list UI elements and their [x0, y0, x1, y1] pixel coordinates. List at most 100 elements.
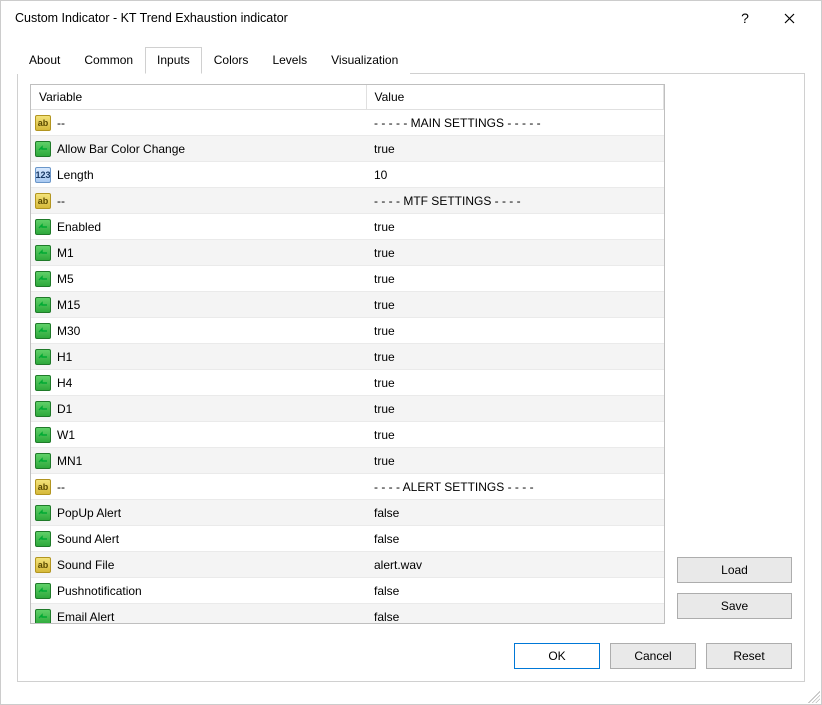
tab-bar: About Common Inputs Colors Levels Visual…	[17, 46, 805, 74]
save-button[interactable]: Save	[677, 593, 792, 619]
table-row[interactable]: ab Sound File alert.wav	[31, 552, 664, 578]
table-row[interactable]: H1 true	[31, 344, 664, 370]
variable-name: Pushnotification	[57, 584, 142, 598]
variable-value[interactable]: false	[366, 604, 664, 625]
variable-name: W1	[57, 428, 75, 442]
variable-name: D1	[57, 402, 72, 416]
variable-value[interactable]: true	[366, 448, 664, 474]
variable-name: Length	[57, 168, 94, 182]
table-row[interactable]: Enabled true	[31, 214, 664, 240]
table-row[interactable]: H4 true	[31, 370, 664, 396]
variable-value[interactable]: - - - - MTF SETTINGS - - - -	[366, 188, 664, 214]
reset-button[interactable]: Reset	[706, 643, 792, 669]
table-row[interactable]: M15 true	[31, 292, 664, 318]
resize-grip-icon[interactable]	[808, 691, 820, 703]
bool-type-icon	[35, 375, 51, 391]
ab-type-icon: ab	[35, 115, 51, 131]
close-button[interactable]	[767, 3, 811, 33]
bool-type-icon	[35, 141, 51, 157]
bool-type-icon	[35, 323, 51, 339]
table-row[interactable]: 123Length10	[31, 162, 664, 188]
variable-name: M5	[57, 272, 74, 286]
col-header-value[interactable]: Value	[366, 85, 664, 110]
table-row[interactable]: MN1 true	[31, 448, 664, 474]
bool-type-icon	[35, 427, 51, 443]
variable-value[interactable]: true	[366, 370, 664, 396]
variable-value[interactable]: true	[366, 344, 664, 370]
variable-name: H4	[57, 376, 72, 390]
bool-type-icon	[35, 219, 51, 235]
variable-name: MN1	[57, 454, 82, 468]
bool-type-icon	[35, 401, 51, 417]
table-row[interactable]: Email Alert false	[31, 604, 664, 625]
variable-value[interactable]: false	[366, 526, 664, 552]
variable-value[interactable]: true	[366, 292, 664, 318]
variable-value[interactable]: true	[366, 396, 664, 422]
table-row[interactable]: Allow Bar Color Change true	[31, 136, 664, 162]
side-buttons: Load Save	[677, 84, 792, 669]
table-row[interactable]: ab -- - - - - MTF SETTINGS - - - -	[31, 188, 664, 214]
variable-value[interactable]: true	[366, 240, 664, 266]
variable-name: Enabled	[57, 220, 101, 234]
variable-value[interactable]: 10	[366, 162, 664, 188]
bool-type-icon	[35, 609, 51, 625]
bottom-buttons: OK Cancel Reset	[514, 643, 792, 669]
table-row[interactable]: ab -- - - - - - MAIN SETTINGS - - - - -	[31, 110, 664, 136]
tab-visualization[interactable]: Visualization	[319, 47, 410, 74]
table-row[interactable]: M30 true	[31, 318, 664, 344]
variable-value[interactable]: - - - - ALERT SETTINGS - - - -	[366, 474, 664, 500]
bool-type-icon	[35, 583, 51, 599]
variable-name: M1	[57, 246, 74, 260]
table-row[interactable]: M1 true	[31, 240, 664, 266]
bool-type-icon	[35, 505, 51, 521]
variable-name: --	[57, 194, 65, 208]
variable-name: Sound File	[57, 558, 114, 572]
table-row[interactable]: ab--- - - - ALERT SETTINGS - - - -	[31, 474, 664, 500]
ab-type-icon: ab	[35, 193, 51, 209]
tab-about[interactable]: About	[17, 47, 72, 74]
variable-value[interactable]: true	[366, 136, 664, 162]
bool-type-icon	[35, 531, 51, 547]
tab-levels[interactable]: Levels	[260, 47, 319, 74]
ab-type-icon: ab	[35, 479, 51, 495]
ok-button[interactable]: OK	[514, 643, 600, 669]
variable-name: M15	[57, 298, 80, 312]
variable-name: Sound Alert	[57, 532, 119, 546]
table-row[interactable]: W1 true	[31, 422, 664, 448]
variable-value[interactable]: true	[366, 266, 664, 292]
table-row[interactable]: Pushnotification false	[31, 578, 664, 604]
variable-value[interactable]: true	[366, 318, 664, 344]
window-title: Custom Indicator - KT Trend Exhaustion i…	[15, 11, 723, 25]
bool-type-icon	[35, 453, 51, 469]
table-row[interactable]: D1 true	[31, 396, 664, 422]
tab-inputs[interactable]: Inputs	[145, 47, 202, 74]
variable-value[interactable]: true	[366, 422, 664, 448]
help-button[interactable]: ?	[723, 3, 767, 33]
col-header-variable[interactable]: Variable	[31, 85, 366, 110]
bool-type-icon	[35, 349, 51, 365]
close-icon	[784, 13, 795, 24]
variable-name: PopUp Alert	[57, 506, 121, 520]
table-row[interactable]: M5 true	[31, 266, 664, 292]
load-button[interactable]: Load	[677, 557, 792, 583]
variable-value[interactable]: alert.wav	[366, 552, 664, 578]
variable-name: Email Alert	[57, 610, 114, 624]
bool-type-icon	[35, 245, 51, 261]
table-row[interactable]: PopUp Alert false	[31, 500, 664, 526]
ab-type-icon: ab	[35, 557, 51, 573]
tab-colors[interactable]: Colors	[202, 47, 261, 74]
tab-common[interactable]: Common	[72, 47, 145, 74]
variable-value[interactable]: false	[366, 578, 664, 604]
cancel-button[interactable]: Cancel	[610, 643, 696, 669]
tab-panel: Variable Value ab -- - - - - - MAIN SETTIN…	[17, 74, 805, 682]
variable-name: Allow Bar Color Change	[57, 142, 185, 156]
variable-name: H1	[57, 350, 72, 364]
variable-value[interactable]: true	[366, 214, 664, 240]
variable-value[interactable]: false	[366, 500, 664, 526]
variable-value[interactable]: - - - - - MAIN SETTINGS - - - - -	[366, 110, 664, 136]
variable-name: --	[57, 116, 65, 130]
bool-type-icon	[35, 271, 51, 287]
variable-name: M30	[57, 324, 80, 338]
inputs-table[interactable]: Variable Value ab -- - - - - - MAIN SETTIN…	[30, 84, 665, 624]
table-row[interactable]: Sound Alert false	[31, 526, 664, 552]
